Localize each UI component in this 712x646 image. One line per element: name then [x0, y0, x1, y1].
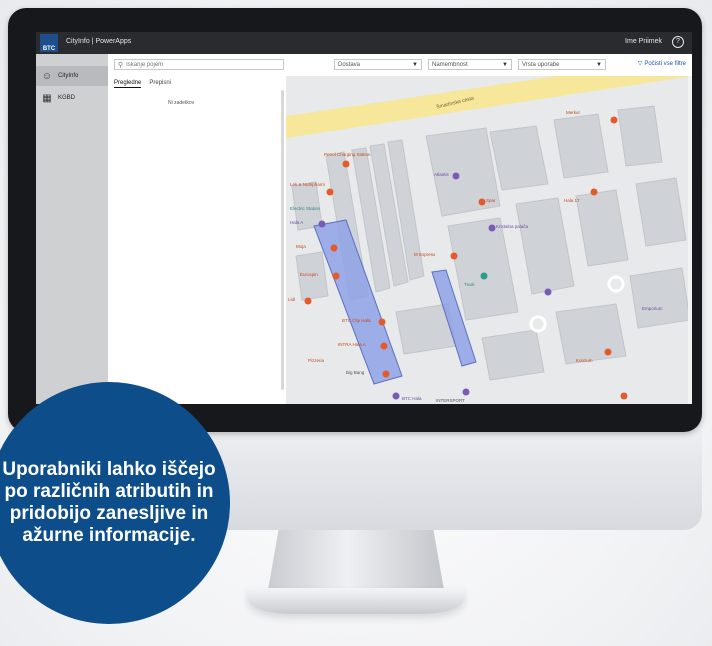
map-pin-label: BTC City Hala [342, 318, 371, 323]
info-badge-text: Uporabniki lahko iščejo po različnih atr… [2, 459, 216, 546]
dropdown-value: Namembnost [432, 61, 468, 68]
map-pin [378, 318, 386, 326]
dropdown-vrsta-uporabe[interactable]: Vrsta uporabe ▼ [518, 59, 606, 70]
chevron-down-icon: ▼ [412, 61, 418, 68]
list-scrollbar[interactable] [281, 90, 284, 390]
map-pin [318, 220, 326, 228]
app-title: CityInfo | PowerApps [66, 38, 132, 45]
tab-pregledne[interactable]: Pregledne [114, 80, 142, 88]
search-box: ⚲ [114, 59, 284, 70]
dropdown-value: Vrsta uporabe [522, 61, 560, 68]
monitor-stand-base [248, 588, 464, 614]
map-pin-label: Big Bang [346, 370, 365, 375]
chevron-down-icon: ▼ [596, 61, 602, 68]
map-pin-label: Hala 17 [564, 198, 580, 203]
empty-results-text: Ni zadetkov [168, 100, 195, 106]
map-pin-label: Spar [486, 198, 496, 203]
map-pin [590, 188, 598, 196]
reset-filters-label: Počisti vse filtre [644, 60, 686, 67]
map-pin-label: Electric Station [290, 206, 321, 211]
user-circle-icon[interactable]: ? [672, 36, 684, 48]
map-pin [452, 172, 460, 180]
tab-prepisni[interactable]: Prepisni [149, 80, 171, 88]
map-pin-label: Tivoli [464, 282, 475, 287]
filter-clear-icon: ▽ [637, 61, 643, 67]
map-pin [488, 224, 496, 232]
sidebar-item-label: CityInfo [58, 73, 79, 79]
map-pin-label: Moja [296, 244, 306, 249]
map-scrollbar[interactable] [688, 76, 692, 404]
map-pin [304, 297, 312, 305]
user-name[interactable]: Ime Priimek [625, 38, 662, 45]
search-input[interactable] [126, 60, 277, 69]
roundabout [607, 275, 625, 293]
map-pin [604, 348, 612, 356]
results-panel: Pregledne Prepisni Ni zadetkov [108, 76, 287, 404]
map-pin [330, 244, 338, 252]
map-pin-label: Konzum [576, 358, 593, 363]
results-tabs: Pregledne Prepisni [114, 80, 171, 88]
dropdown-dostava[interactable]: Dostava ▼ [334, 59, 422, 70]
map-pin-label: Lek & Nutripharm [290, 182, 326, 187]
map-pin [620, 392, 628, 400]
map-pin-label: Atlantis [434, 172, 449, 177]
map-pin-label: INTERSPORT [436, 398, 465, 403]
map-pin [392, 392, 400, 400]
map-pin-label: Petrol Charging Station [324, 152, 371, 157]
search-icon: ⚲ [118, 61, 124, 69]
sidebar: ☺ CityInfo ▦ KGBD [36, 54, 108, 404]
map-pin [380, 342, 388, 350]
app-screen: BTC CityInfo | PowerApps Ime Priimek ? ☺… [36, 32, 692, 404]
map-pin-label: BTC Hala [402, 396, 422, 401]
filter-bar: ⚲ Dostava ▼ Namembnost ▼ Vrsta uporabe ▼… [108, 54, 692, 77]
map-canvas [286, 76, 692, 400]
map-pin [450, 252, 458, 260]
app-logo: BTC [40, 34, 58, 52]
map-pin-label: Eurospin [300, 272, 318, 277]
sidebar-item-label: KGBD [58, 95, 76, 101]
map-pin-label: Hala A [290, 220, 304, 225]
map-pin-label: Kristalna palača [496, 224, 529, 229]
map-pin [382, 370, 390, 378]
user-group-icon: ☺ [41, 70, 53, 82]
map-pin [478, 198, 486, 206]
map-pin-label: Pizzeria [308, 358, 325, 363]
building-icon: ▦ [42, 92, 52, 104]
sidebar-item-cityinfo[interactable]: ☺ CityInfo [36, 66, 108, 86]
map-pin [544, 288, 552, 296]
map-pin-label: Merkur [566, 110, 581, 115]
map-pin [462, 388, 470, 396]
reset-filters-button[interactable]: ▽ Počisti vse filtre [637, 60, 686, 68]
roundabout [529, 315, 547, 333]
map-pin [342, 160, 350, 168]
map-pin [332, 272, 340, 280]
sidebar-item-kgbd[interactable]: ▦ KGBD [36, 88, 108, 108]
dropdown-namembnost[interactable]: Namembnost ▼ [428, 59, 512, 70]
map-pin-label: Lidl [288, 297, 296, 302]
map-pin-label: M Express [414, 252, 436, 257]
dropdown-value: Dostava [338, 61, 361, 68]
map-pin-label: INTRA Hala A [338, 342, 366, 347]
top-bar: BTC CityInfo | PowerApps Ime Priimek ? [36, 32, 692, 54]
monitor-stand-neck [268, 530, 444, 590]
map-view[interactable]: Šmartinska cesta Petrol Charging Station… [286, 76, 692, 404]
map-pin [326, 188, 334, 196]
map-pin-label: Emporium [642, 306, 663, 311]
map-pin [610, 116, 618, 124]
map-pin [480, 272, 488, 280]
chevron-down-icon: ▼ [502, 61, 508, 68]
